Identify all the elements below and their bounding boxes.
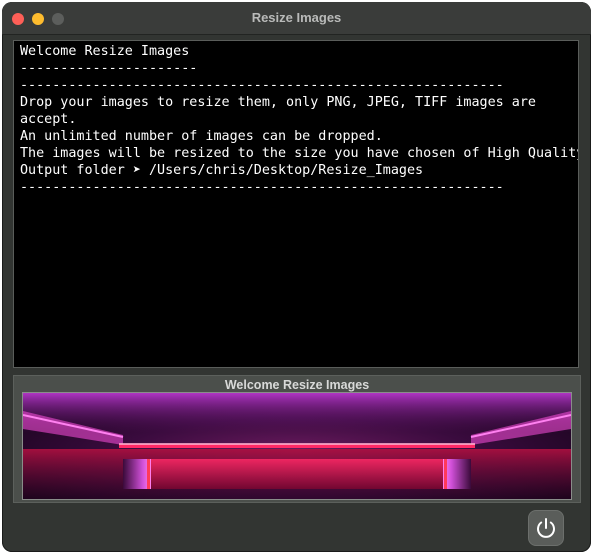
console-line-unlimited: An unlimited number of images can be dro…	[20, 129, 383, 144]
app-window: Resize Images Welcome Resize Images ----…	[2, 2, 591, 552]
neon-corridor-image	[23, 393, 571, 499]
minimize-window-button[interactable]	[32, 13, 44, 25]
close-window-button[interactable]	[12, 13, 24, 25]
console-line-separator: ----------------------------------------…	[20, 78, 504, 93]
console-output[interactable]: Welcome Resize Images ------------------…	[13, 40, 579, 368]
console-line-separator-end: ----------------------------------------…	[20, 180, 504, 195]
preview-panel: Welcome Resize Images	[13, 375, 581, 503]
preview-label: Welcome Resize Images	[224, 378, 370, 392]
preview-image-drop-zone[interactable]	[22, 392, 572, 500]
console-line-instructions-cont: accept.	[20, 112, 77, 127]
console-line-instructions: Drop your images to resize them, only PN…	[20, 95, 536, 110]
power-icon	[537, 518, 555, 538]
window-title: Resize Images	[251, 10, 342, 25]
power-button[interactable]	[528, 510, 564, 546]
maximize-window-button[interactable]	[52, 13, 64, 25]
console-line-output-folder: Output folder ➤ /Users/chris/Desktop/Res…	[20, 163, 424, 178]
console-line-separator-short: ----------------------	[20, 61, 198, 76]
console-line-quality: The images will be resized to the size y…	[20, 146, 579, 161]
console-line-welcome: Welcome Resize Images	[20, 44, 190, 59]
title-bar[interactable]: Resize Images	[2, 2, 591, 35]
